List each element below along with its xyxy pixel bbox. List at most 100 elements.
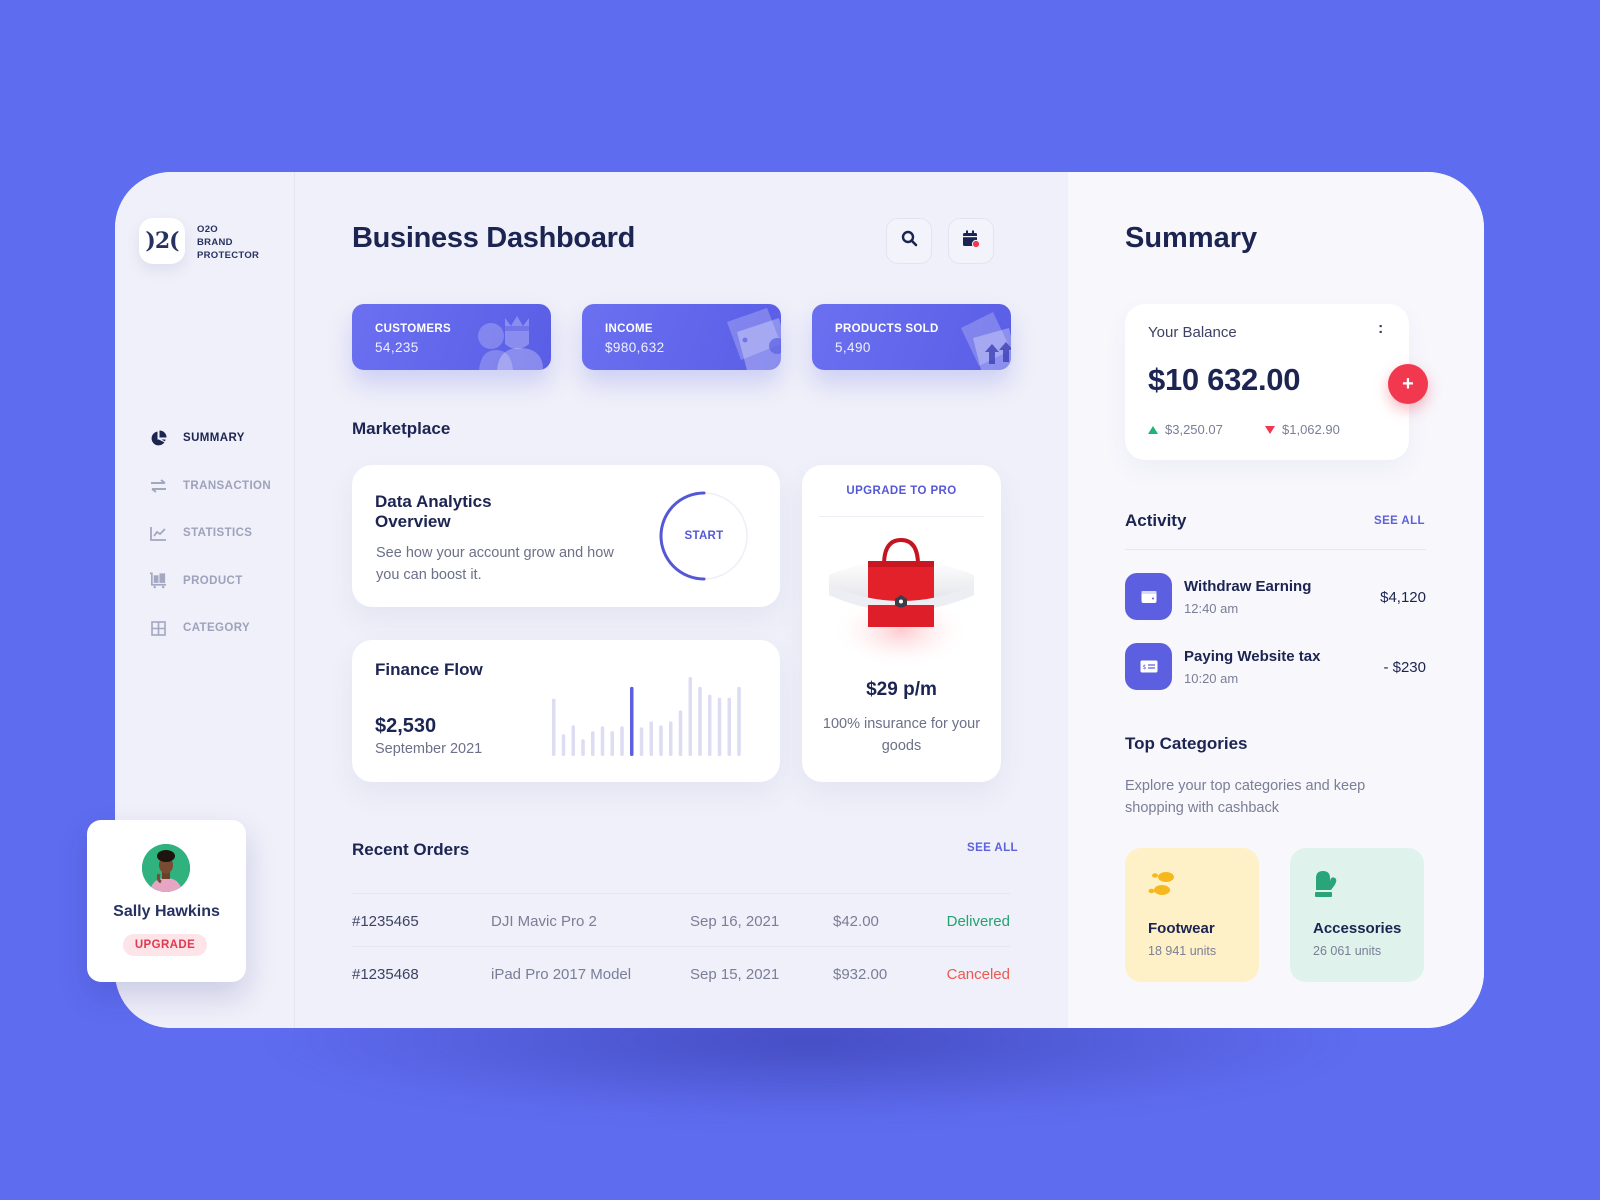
brand-line-2: BRAND <box>197 237 233 248</box>
sidebar-item-statistics[interactable]: STATISTICS <box>149 523 271 543</box>
stat-label: CUSTOMERS <box>375 323 451 335</box>
balance-label: Your Balance <box>1148 324 1237 341</box>
finance-flow-chart <box>552 676 741 756</box>
data-analytics-title-line-2: Overview <box>375 512 451 531</box>
stat-value: 5,490 <box>835 340 871 355</box>
order-row[interactable]: #1235468 iPad Pro 2017 Model Sep 15, 202… <box>352 946 1010 999</box>
stat-label: PRODUCTS SOLD <box>835 323 939 335</box>
order-id: #1235468 <box>352 966 419 983</box>
chart-bar-highlighted <box>630 686 634 756</box>
calendar-button[interactable] <box>948 218 994 264</box>
activity-see-all-link[interactable]: SEE ALL <box>1374 515 1425 527</box>
activity-item[interactable]: $ Paying Website tax 10:20 am - $230 <box>1125 643 1426 691</box>
cart-icon <box>149 572 167 590</box>
order-product: iPad Pro 2017 Model <box>491 966 632 983</box>
order-row[interactable]: #1235465 DJI Mavic Pro 2 Sep 16, 2021 $4… <box>352 893 1010 946</box>
chart-bar <box>737 686 741 756</box>
order-status: Delivered <box>946 913 1010 930</box>
data-analytics-title-line-1: Data Analytics <box>375 492 492 511</box>
sidebar-item-transaction[interactable]: TRANSACTION <box>149 476 271 496</box>
search-button[interactable] <box>886 218 932 264</box>
order-amount: $932.00 <box>833 966 888 983</box>
chart-bar <box>678 710 683 756</box>
avatar[interactable] <box>142 844 190 892</box>
brand-line-1: O2O <box>197 224 218 235</box>
start-label: START <box>684 530 724 542</box>
svg-text:$: $ <box>1142 664 1146 671</box>
users-crown-icon <box>478 316 543 370</box>
wallet-icon <box>1125 573 1172 620</box>
profile-name: Sally Hawkins <box>113 903 220 920</box>
sidebar-item-category[interactable]: CATEGORY <box>149 618 271 638</box>
insured-bag-illustration <box>829 537 974 665</box>
divider <box>1125 549 1426 550</box>
chart-bar <box>698 686 702 756</box>
stat-value: 54,235 <box>375 340 419 355</box>
stat-card-income[interactable]: INCOME $980,632 <box>582 304 781 370</box>
finance-flow-period: September 2021 <box>375 741 483 757</box>
chart-bar <box>571 725 575 756</box>
upgrade-button[interactable]: UPGRADE <box>123 934 207 956</box>
category-card-footwear[interactable]: Footwear 18 941 units <box>1125 848 1259 982</box>
page-title: Business Dashboard <box>352 222 636 254</box>
order-amount: $42.00 <box>833 913 879 930</box>
category-card-accessories[interactable]: Accessories 26 061 units <box>1290 848 1424 982</box>
balance-income: $3,250.07 <box>1148 422 1223 437</box>
top-categories-description: Explore your top categories and keep sho… <box>1125 778 1366 816</box>
chart-bar <box>600 726 605 756</box>
order-product: DJI Mavic Pro 2 <box>491 913 597 930</box>
stat-card-customers[interactable]: CUSTOMERS 54,235 <box>352 304 551 370</box>
order-id: #1235465 <box>352 913 419 930</box>
activity-amount: $4,120 <box>1380 589 1426 606</box>
upgrade-pro-card: UPGRADE TO PRO $29 p/m 100% insurance fo… <box>802 465 1001 782</box>
summary-panel: Summary Your Balance : $10 632.00 $3,250… <box>1068 172 1484 1028</box>
sidebar-item-product[interactable]: PRODUCT <box>149 571 271 591</box>
mitten-icon <box>1315 871 1337 897</box>
balance-income-value: $3,250.07 <box>1165 422 1223 437</box>
dashboard-window: )2( O2O BRAND PROTECTOR SUMMARY TRANSACT… <box>115 172 1484 1028</box>
stat-value: $980,632 <box>605 340 665 355</box>
chart-bar <box>561 734 566 756</box>
sidebar-item-summary[interactable]: SUMMARY <box>149 428 271 448</box>
chart-bar <box>610 731 614 756</box>
activity-time: 10:20 am <box>1184 671 1239 686</box>
data-analytics-card: Data Analytics Overview See how your acc… <box>352 465 780 607</box>
balance-amount: $10 632.00 <box>1148 362 1301 397</box>
brand-logo[interactable]: )2( <box>139 218 185 264</box>
orders-see-all-link[interactable]: SEE ALL <box>967 842 1018 854</box>
bill-icon: $ <box>1125 643 1172 690</box>
category-name: Footwear <box>1148 920 1215 937</box>
activity-item[interactable]: Withdraw Earning 12:40 am $4,120 <box>1125 573 1426 621</box>
data-analytics-title: Data Analytics Overview <box>375 492 492 532</box>
chart-bar <box>649 721 653 756</box>
top-categories-title: Top Categories <box>1125 734 1248 753</box>
start-button[interactable]: START <box>659 491 749 581</box>
more-options-icon[interactable]: : <box>1378 320 1383 338</box>
marketplace-title: Marketplace <box>352 419 451 438</box>
footprints-icon <box>1148 872 1174 895</box>
activity-time: 12:40 am <box>1184 601 1239 616</box>
recent-orders-title: Recent Orders <box>352 840 470 859</box>
chart-bar <box>669 721 673 756</box>
upgrade-pro-link[interactable]: UPGRADE TO PRO <box>802 485 1001 497</box>
divider <box>819 516 984 517</box>
line-chart-icon <box>149 524 167 542</box>
add-balance-button[interactable]: + <box>1388 364 1428 404</box>
order-date: Sep 15, 2021 <box>690 966 780 983</box>
arrow-up-icon <box>1148 425 1158 434</box>
finance-flow-card: Finance Flow $2,530 September 2021 <box>352 640 780 782</box>
pie-chart-icon <box>149 429 167 447</box>
activity-name: Withdraw Earning <box>1184 578 1312 595</box>
chart-bar <box>708 694 712 756</box>
category-units: 26 061 units <box>1313 944 1382 958</box>
arrow-down-icon <box>1265 425 1275 434</box>
balance-expense: $1,062.90 <box>1265 422 1340 437</box>
pro-price: $29 p/m <box>866 679 937 700</box>
profile-card: Sally Hawkins UPGRADE <box>87 820 246 982</box>
sidebar-item-label: PRODUCT <box>183 574 243 587</box>
order-status: Canceled <box>946 966 1010 983</box>
orders-table: #1235465 DJI Mavic Pro 2 Sep 16, 2021 $4… <box>352 893 1010 999</box>
brand-line-3: PROTECTOR <box>197 250 260 261</box>
data-analytics-description: See how your account grow and how you ca… <box>376 545 614 583</box>
stat-card-products-sold[interactable]: PRODUCTS SOLD 5,490 <box>812 304 1011 370</box>
